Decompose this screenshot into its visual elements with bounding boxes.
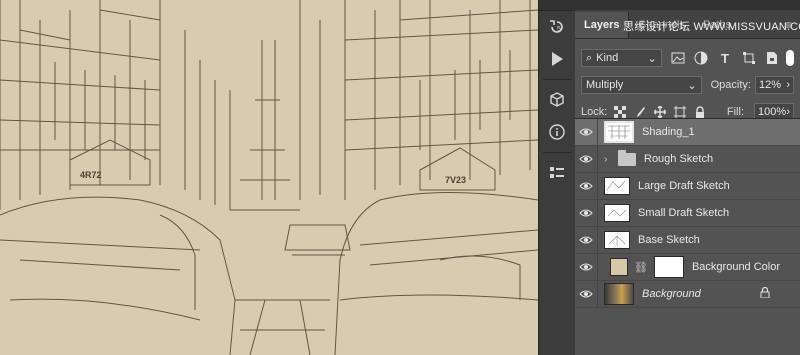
watermark-text: 思缘设计论坛 WWW.MISSVUAN.COM xyxy=(623,21,800,33)
layer-thumbnail xyxy=(604,177,630,195)
lock-label: Lock: xyxy=(581,106,608,118)
svg-text:5: 5 xyxy=(557,26,561,33)
adjustment-filter-icon[interactable] xyxy=(693,50,709,66)
layer-row-base-sketch[interactable]: Base Sketch xyxy=(575,227,800,254)
lock-transparent-pixels-icon[interactable] xyxy=(613,105,627,119)
3d-cube-icon[interactable] xyxy=(539,84,575,116)
folder-icon xyxy=(618,149,636,166)
image-filter-icon[interactable] xyxy=(670,50,686,66)
taxi-sign-left: 4R72 xyxy=(80,170,102,180)
info-icon[interactable] xyxy=(539,116,575,148)
chevron-down-icon: ⌄ xyxy=(647,52,657,65)
opacity-value: 12% xyxy=(758,79,781,91)
opacity-field[interactable]: 12% › xyxy=(754,76,794,94)
layer-name: Rough Sketch xyxy=(644,153,714,165)
panel-dock-strip: 5 xyxy=(538,0,576,355)
smart-object-filter-icon[interactable] xyxy=(764,50,780,66)
dock-divider xyxy=(543,79,571,80)
visibility-eye-icon[interactable] xyxy=(575,154,597,164)
blend-mode-select[interactable]: Multiply ⌄ xyxy=(581,76,702,94)
layer-row-small-draft[interactable]: Small Draft Sketch xyxy=(575,200,800,227)
history-icon[interactable]: 5 xyxy=(539,11,575,43)
dock-divider xyxy=(543,152,571,153)
layer-name: Large Draft Sketch xyxy=(638,180,730,192)
blend-row: Multiply ⌄ Opacity: 12% › xyxy=(575,72,800,98)
filter-kind-select[interactable]: ⌕ Kind ⌄ xyxy=(581,49,662,67)
layer-mask-thumbnail[interactable] xyxy=(653,256,684,278)
visibility-eye-icon[interactable] xyxy=(575,127,597,137)
chevron-down-icon: ⌄ xyxy=(687,79,697,92)
blend-mode-value: Multiply xyxy=(586,79,624,91)
panel-collapse-bar[interactable] xyxy=(575,0,800,10)
dock-grip[interactable] xyxy=(539,0,575,11)
taxi-sign-right: 7V23 xyxy=(445,175,466,185)
layers-list: Shading_1 › Rough Sketch Large Draft Ske… xyxy=(575,118,800,308)
layer-name: Small Draft Sketch xyxy=(638,207,730,219)
filter-kind-label: Kind xyxy=(596,52,619,64)
layer-filter-row: ⌕ Kind ⌄ T xyxy=(575,44,800,72)
visibility-eye-icon[interactable] xyxy=(575,262,597,272)
lock-artboard-icon[interactable] xyxy=(673,105,687,119)
layer-row-large-draft[interactable]: Large Draft Sketch xyxy=(575,173,800,200)
lock-all-icon[interactable] xyxy=(693,105,707,119)
shape-filter-icon[interactable] xyxy=(741,50,757,66)
layer-thumbnail xyxy=(604,283,634,305)
filter-toggle[interactable] xyxy=(786,50,795,66)
layer-row-shading[interactable]: Shading_1 xyxy=(575,119,800,146)
layer-name: Background xyxy=(642,288,701,300)
layer-thumbnail xyxy=(604,204,630,222)
layer-comps-icon[interactable] xyxy=(539,157,575,189)
layer-name: Base Sketch xyxy=(638,234,700,246)
layer-name: Background Color xyxy=(691,261,781,273)
search-icon: ⌕ xyxy=(586,51,593,64)
chevron-right-icon[interactable]: › xyxy=(786,79,790,91)
chevron-right-icon[interactable]: › xyxy=(786,106,790,118)
layer-thumbnail xyxy=(604,121,634,143)
fill-value: 100% xyxy=(758,106,787,118)
layer-row-background[interactable]: Background xyxy=(575,281,800,308)
panel-menu-icon[interactable]: ≡ xyxy=(785,18,792,32)
opacity-label: Opacity: xyxy=(710,79,751,91)
chevron-right-icon[interactable]: › xyxy=(604,154,614,165)
actions-play-icon[interactable] xyxy=(539,43,575,75)
tab-layers[interactable]: Layers xyxy=(575,12,630,38)
sketch-artwork: 4R72 7V23 xyxy=(0,0,538,355)
layer-name: Shading_1 xyxy=(642,126,695,138)
layer-row-background-color[interactable]: ⛓ Background Color xyxy=(575,254,800,281)
visibility-eye-icon[interactable] xyxy=(575,181,597,191)
layer-row-rough-sketch[interactable]: › Rough Sketch xyxy=(575,146,800,173)
lock-icon xyxy=(760,286,770,301)
visibility-eye-icon[interactable] xyxy=(575,235,597,245)
visibility-eye-icon[interactable] xyxy=(575,289,597,299)
layers-panel: Layers Channels Paths 思缘设计论坛 WWW.MISSVUA… xyxy=(575,0,800,355)
layer-thumbnail xyxy=(604,231,630,249)
lock-image-pixels-icon[interactable] xyxy=(633,105,647,119)
color-swatch[interactable] xyxy=(610,258,628,276)
visibility-eye-icon[interactable] xyxy=(575,208,597,218)
document-canvas[interactable]: 4R72 7V23 xyxy=(0,0,538,355)
lock-position-icon[interactable] xyxy=(653,105,667,119)
panel-tabs: Layers Channels Paths 思缘设计论坛 WWW.MISSVUA… xyxy=(575,10,800,39)
type-filter-icon[interactable]: T xyxy=(717,50,733,66)
fill-label: Fill: xyxy=(726,106,744,118)
chain-link-icon[interactable]: ⛓ xyxy=(634,261,648,274)
